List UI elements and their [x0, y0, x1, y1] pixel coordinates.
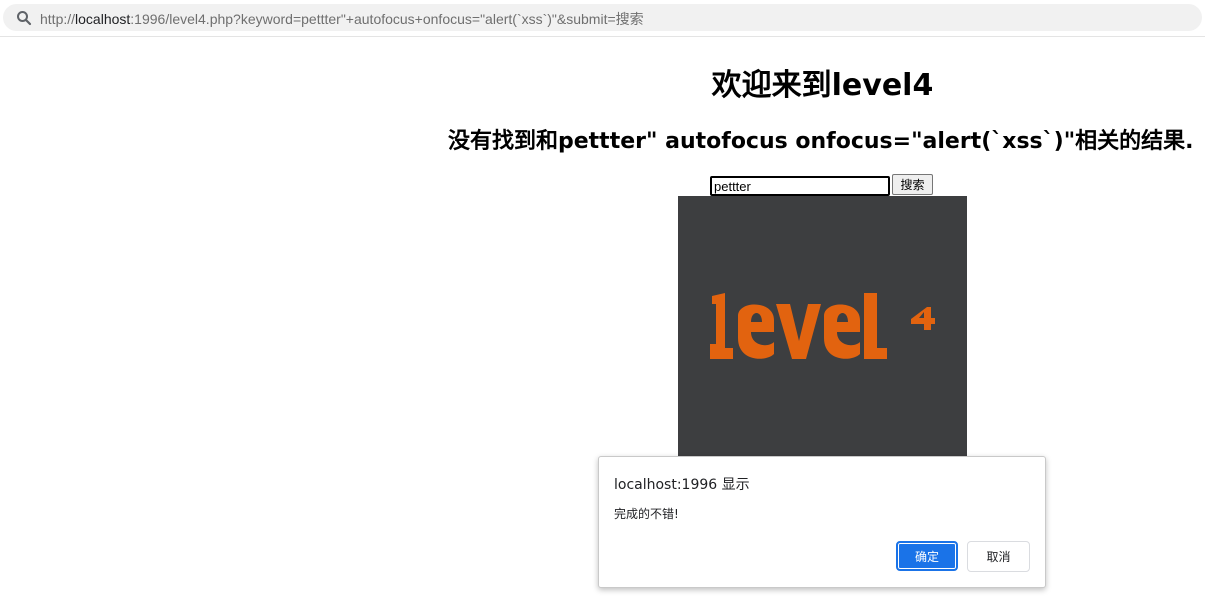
- dialog-title: localhost:1996 显示: [614, 477, 750, 493]
- address-bar: http://localhost:1996/level4.php?keyword…: [0, 0, 1205, 37]
- search-button[interactable]: 搜索: [892, 174, 933, 195]
- url-field[interactable]: http://localhost:1996/level4.php?keyword…: [3, 4, 1202, 31]
- result-message: 没有找到和pettter" autofocus onfocus="alert(`…: [448, 129, 1194, 154]
- alert-dialog: localhost:1996 显示 完成的不错! 确定 取消: [598, 456, 1046, 588]
- url-text: http://localhost:1996/level4.php?keyword…: [40, 9, 644, 29]
- search-icon: [17, 11, 32, 26]
- url-host: localhost: [75, 11, 131, 27]
- page-title: 欢迎来到level4: [711, 68, 934, 103]
- url-prefix: http://: [40, 11, 76, 27]
- cancel-button[interactable]: 取消: [967, 541, 1030, 572]
- url-rest: :1996/level4.php?keyword=pettter"+autofo…: [130, 11, 644, 27]
- level4-logo: [710, 293, 935, 359]
- search-input[interactable]: [710, 176, 890, 196]
- dialog-message: 完成的不错!: [614, 507, 679, 521]
- level-image: [678, 196, 967, 456]
- ok-button[interactable]: 确定: [896, 541, 958, 571]
